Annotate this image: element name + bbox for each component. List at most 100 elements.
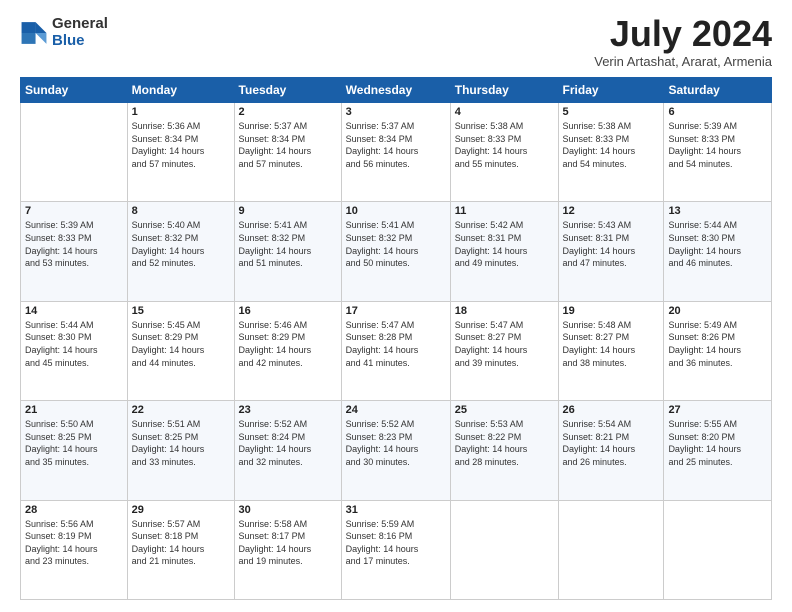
col-monday: Monday [127,78,234,103]
calendar-cell: 28 Sunrise: 5:56 AM Sunset: 8:19 PM Dayli… [21,500,128,599]
calendar-cell: 24 Sunrise: 5:52 AM Sunset: 8:23 PM Dayli… [341,401,450,500]
calendar-cell: 30 Sunrise: 5:58 AM Sunset: 8:17 PM Dayli… [234,500,341,599]
calendar-cell: 29Sunrise: 5:57 AM Sunset: 8:18 PM Dayli… [127,500,234,599]
day-info: Sunrise: 5:58 AM Sunset: 8:17 PM Dayligh… [239,518,337,568]
calendar-cell: 21 Sunrise: 5:50 AM Sunset: 8:25 PM Dayli… [21,401,128,500]
day-number: 28 [25,504,123,516]
calendar-cell: 31Sunrise: 5:59 AM Sunset: 8:16 PM Dayli… [341,500,450,599]
col-saturday: Saturday [664,78,772,103]
day-info: Sunrise: 5:45 AM Sunset: 8:29 PM Dayligh… [132,319,230,369]
day-info: Sunrise: 5:47 AM Sunset: 8:28 PM Dayligh… [346,319,446,369]
day-info: Sunrise: 5:41 AM Sunset: 8:32 PM Dayligh… [239,219,337,269]
calendar-cell: 23 Sunrise: 5:52 AM Sunset: 8:24 PM Dayli… [234,401,341,500]
calendar-cell: 19 Sunrise: 5:48 AM Sunset: 8:27 PM Dayli… [558,301,664,400]
calendar-cell: 14 Sunrise: 5:44 AM Sunset: 8:30 PM Dayli… [21,301,128,400]
col-sunday: Sunday [21,78,128,103]
calendar-cell: 13Sunrise: 5:44 AM Sunset: 8:30 PM Dayli… [664,202,772,301]
day-info: Sunrise: 5:41 AM Sunset: 8:32 PM Dayligh… [346,219,446,269]
logo-text: General Blue [52,16,108,49]
day-info: Sunrise: 5:43 AM Sunset: 8:31 PM Dayligh… [563,219,660,269]
day-number: 2 [239,106,337,118]
calendar-table: Sunday Monday Tuesday Wednesday Thursday… [20,77,772,600]
day-number: 14 [25,305,123,317]
calendar-cell: 8 Sunrise: 5:40 AM Sunset: 8:32 PM Daylig… [127,202,234,301]
day-number: 13 [668,205,767,217]
day-info: Sunrise: 5:42 AM Sunset: 8:31 PM Dayligh… [455,219,554,269]
day-info: Sunrise: 5:37 AM Sunset: 8:34 PM Dayligh… [239,120,337,170]
calendar-week-4: 21 Sunrise: 5:50 AM Sunset: 8:25 PM Dayli… [21,401,772,500]
day-number: 8 [132,205,230,217]
calendar-cell: 11 Sunrise: 5:42 AM Sunset: 8:31 PM Dayli… [450,202,558,301]
day-number: 25 [455,404,554,416]
calendar-cell: 20 Sunrise: 5:49 AM Sunset: 8:26 PM Dayli… [664,301,772,400]
day-info: Sunrise: 5:44 AM Sunset: 8:30 PM Dayligh… [25,319,123,369]
day-info: Sunrise: 5:39 AM Sunset: 8:33 PM Dayligh… [25,219,123,269]
col-friday: Friday [558,78,664,103]
day-info: Sunrise: 5:38 AM Sunset: 8:33 PM Dayligh… [455,120,554,170]
calendar-week-5: 28 Sunrise: 5:56 AM Sunset: 8:19 PM Dayli… [21,500,772,599]
header: General Blue July 2024 Verin Artashat, A… [20,16,772,69]
day-number: 24 [346,404,446,416]
day-info: Sunrise: 5:55 AM Sunset: 8:20 PM Dayligh… [668,418,767,468]
day-info: Sunrise: 5:39 AM Sunset: 8:33 PM Dayligh… [668,120,767,170]
day-number: 21 [25,404,123,416]
calendar-week-1: 1 Sunrise: 5:36 AM Sunset: 8:34 PM Daylig… [21,103,772,202]
day-info: Sunrise: 5:51 AM Sunset: 8:25 PM Dayligh… [132,418,230,468]
day-info: Sunrise: 5:48 AM Sunset: 8:27 PM Dayligh… [563,319,660,369]
day-info: Sunrise: 5:52 AM Sunset: 8:23 PM Dayligh… [346,418,446,468]
calendar-week-3: 14 Sunrise: 5:44 AM Sunset: 8:30 PM Dayli… [21,301,772,400]
day-number: 12 [563,205,660,217]
day-number: 6 [668,106,767,118]
day-info: Sunrise: 5:38 AM Sunset: 8:33 PM Dayligh… [563,120,660,170]
day-info: Sunrise: 5:40 AM Sunset: 8:32 PM Dayligh… [132,219,230,269]
logo: General Blue [20,16,108,49]
calendar-cell: 26Sunrise: 5:54 AM Sunset: 8:21 PM Dayli… [558,401,664,500]
day-number: 30 [239,504,337,516]
day-number: 20 [668,305,767,317]
calendar-cell: 25 Sunrise: 5:53 AM Sunset: 8:22 PM Dayli… [450,401,558,500]
day-info: Sunrise: 5:50 AM Sunset: 8:25 PM Dayligh… [25,418,123,468]
day-number: 29 [132,504,230,516]
calendar-cell [664,500,772,599]
calendar-cell: 3Sunrise: 5:37 AM Sunset: 8:34 PM Daylig… [341,103,450,202]
day-number: 18 [455,305,554,317]
day-number: 4 [455,106,554,118]
logo-icon [20,19,48,47]
calendar-cell: 6 Sunrise: 5:39 AM Sunset: 8:33 PM Daylig… [664,103,772,202]
day-info: Sunrise: 5:52 AM Sunset: 8:24 PM Dayligh… [239,418,337,468]
day-number: 16 [239,305,337,317]
day-number: 19 [563,305,660,317]
page: General Blue July 2024 Verin Artashat, A… [0,0,792,612]
calendar-cell: 18 Sunrise: 5:47 AM Sunset: 8:27 PM Dayli… [450,301,558,400]
header-row: Sunday Monday Tuesday Wednesday Thursday… [21,78,772,103]
day-info: Sunrise: 5:36 AM Sunset: 8:34 PM Dayligh… [132,120,230,170]
month-title: July 2024 [594,16,772,52]
col-thursday: Thursday [450,78,558,103]
day-number: 9 [239,205,337,217]
calendar-cell: 16 Sunrise: 5:46 AM Sunset: 8:29 PM Dayli… [234,301,341,400]
day-info: Sunrise: 5:46 AM Sunset: 8:29 PM Dayligh… [239,319,337,369]
title-block: July 2024 Verin Artashat, Ararat, Armeni… [594,16,772,69]
day-info: Sunrise: 5:47 AM Sunset: 8:27 PM Dayligh… [455,319,554,369]
day-number: 15 [132,305,230,317]
day-info: Sunrise: 5:56 AM Sunset: 8:19 PM Dayligh… [25,518,123,568]
calendar-cell: 9 Sunrise: 5:41 AM Sunset: 8:32 PM Daylig… [234,202,341,301]
day-number: 31 [346,504,446,516]
day-number: 1 [132,106,230,118]
day-number: 17 [346,305,446,317]
calendar-week-2: 7 Sunrise: 5:39 AM Sunset: 8:33 PM Daylig… [21,202,772,301]
day-number: 11 [455,205,554,217]
calendar-cell: 10Sunrise: 5:41 AM Sunset: 8:32 PM Dayli… [341,202,450,301]
location: Verin Artashat, Ararat, Armenia [594,54,772,69]
day-number: 26 [563,404,660,416]
calendar-cell: 7 Sunrise: 5:39 AM Sunset: 8:33 PM Daylig… [21,202,128,301]
day-info: Sunrise: 5:37 AM Sunset: 8:34 PM Dayligh… [346,120,446,170]
day-number: 23 [239,404,337,416]
calendar-cell [558,500,664,599]
calendar-cell: 22Sunrise: 5:51 AM Sunset: 8:25 PM Dayli… [127,401,234,500]
day-info: Sunrise: 5:49 AM Sunset: 8:26 PM Dayligh… [668,319,767,369]
day-info: Sunrise: 5:53 AM Sunset: 8:22 PM Dayligh… [455,418,554,468]
col-tuesday: Tuesday [234,78,341,103]
calendar-cell: 1 Sunrise: 5:36 AM Sunset: 8:34 PM Daylig… [127,103,234,202]
day-number: 7 [25,205,123,217]
